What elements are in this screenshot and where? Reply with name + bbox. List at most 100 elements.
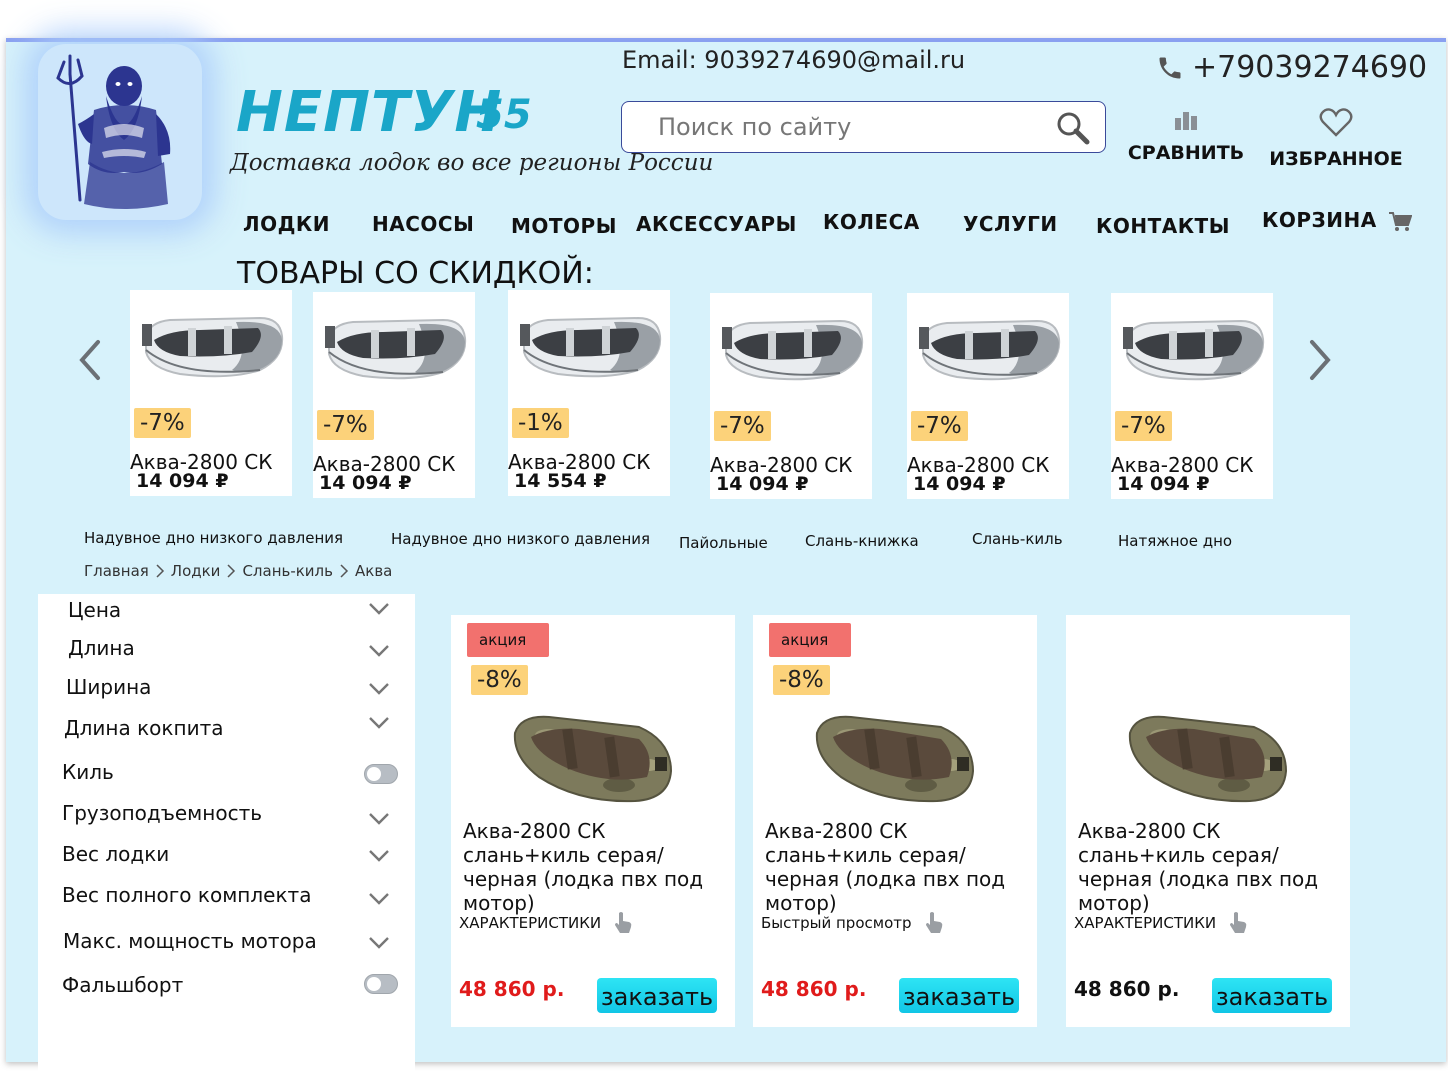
chevron-down-icon[interactable] — [368, 716, 390, 730]
product-card[interactable]: акция -8% Аква-2800 СК слань+киль серая/… — [451, 615, 735, 1027]
chevron-down-icon[interactable] — [368, 849, 390, 863]
order-button[interactable]: заказать — [899, 978, 1019, 1013]
compare-label: СРАВНИТЬ — [1127, 142, 1245, 164]
carousel-prev-icon[interactable] — [74, 336, 106, 384]
keel-toggle[interactable] — [364, 764, 398, 784]
filter-width-label[interactable]: Ширина — [66, 675, 151, 699]
product-title[interactable]: Аква-2800 СК слань+киль серая/черная (ло… — [765, 819, 1037, 915]
phone-icon — [1159, 57, 1181, 78]
sale-product-card[interactable]: -7% Аква-2800 СК 14 094 ₽ — [313, 292, 475, 498]
filter-weight-label[interactable]: Вес лодки — [62, 842, 169, 866]
filter-capacity-label[interactable]: Грузоподъемность — [62, 801, 262, 825]
product-card[interactable]: акция -8% Аква-2800 СК слань+киль серая/… — [753, 615, 1037, 1027]
filter-full-weight-label[interactable]: Вес полного комплекта — [62, 883, 311, 907]
sale-product-card[interactable]: -7% Аква-2800 СК 14 094 ₽ — [907, 293, 1069, 499]
sale-product-card[interactable]: -1% Аква-2800 СК 14 554 ₽ — [508, 290, 670, 496]
boat-image — [815, 715, 974, 803]
compare-button[interactable]: СРАВНИТЬ — [1124, 108, 1248, 164]
nav-cart[interactable]: КОРЗИНА — [1262, 208, 1413, 233]
discount-badge: -7% — [134, 408, 191, 438]
discount-badge: -8% — [471, 665, 528, 695]
nav-wheels[interactable]: КОЛЕСА — [823, 210, 920, 234]
carousel-next-icon[interactable] — [1304, 336, 1336, 384]
contact-phone[interactable]: +79039274690 — [1156, 50, 1427, 85]
product-price: 14 554 ₽ — [514, 470, 607, 492]
hand-pointer-icon — [615, 912, 632, 933]
nav-motors[interactable]: МОТОРЫ — [511, 214, 617, 238]
filter-keel-label: Киль — [62, 760, 114, 784]
main-nav: ЛОДКИ НАСОСЫ МОТОРЫ АКСЕССУАРЫ КОЛЕСА УС… — [0, 208, 1448, 248]
breadcrumb-home[interactable]: Главная — [84, 562, 149, 580]
filters-panel: Цена Длина Ширина Длина кокпита Киль Гру… — [38, 594, 415, 1074]
heart-icon — [1319, 108, 1353, 137]
product-title[interactable]: Аква-2800 СК слань+киль серая/черная (ло… — [463, 819, 735, 915]
nav-boats[interactable]: ЛОДКИ — [243, 212, 330, 236]
filter-price-label[interactable]: Цена — [68, 598, 121, 622]
chevron-down-icon[interactable] — [368, 812, 390, 826]
hand-pointer-icon — [925, 912, 942, 933]
category-link[interactable]: Надувное дно низкого давления — [84, 529, 343, 547]
order-button[interactable]: заказать — [1212, 978, 1332, 1013]
boat-image — [141, 317, 284, 378]
nav-contacts[interactable]: КОНТАКТЫ — [1096, 214, 1230, 238]
order-button[interactable]: заказать — [597, 978, 717, 1013]
category-link[interactable]: Натяжное дно — [1118, 532, 1232, 550]
breadcrumb: Главная Лодки Слань-киль Аква — [84, 562, 392, 580]
sale-product-card[interactable]: -7% Аква-2800 СК 14 094 ₽ — [1111, 293, 1273, 499]
favorites-button[interactable]: ИЗБРАННОЕ — [1266, 108, 1406, 170]
gunwale-toggle[interactable] — [364, 974, 398, 994]
chevron-right-icon — [340, 564, 349, 578]
sale-product-card[interactable]: -7% Аква-2800 СК 14 094 ₽ — [710, 293, 872, 499]
chevron-down-icon[interactable] — [368, 682, 390, 696]
search-icon[interactable] — [1055, 110, 1091, 146]
search-input[interactable] — [658, 108, 1038, 146]
promo-badge: акция — [467, 623, 549, 657]
tagline: Доставка лодок во все регионы России — [230, 150, 714, 176]
neptune-logo[interactable] — [38, 44, 202, 220]
brand-name[interactable]: НЕПТУН — [236, 80, 502, 145]
filter-motor-power-label[interactable]: Макс. мощность мотора — [63, 929, 317, 953]
product-price: 14 094 ₽ — [319, 472, 412, 494]
discount-badge: -7% — [911, 411, 968, 441]
category-link[interactable]: Слань-книжка — [805, 532, 919, 550]
filter-gunwale-label: Фальшборт — [62, 973, 184, 997]
category-link[interactable]: Надувное дно низкого давления — [391, 530, 650, 548]
filter-cockpit-label[interactable]: Длина кокпита — [64, 716, 223, 740]
boat-image — [918, 320, 1061, 381]
chevron-down-icon[interactable] — [368, 892, 390, 906]
boat-image — [1122, 320, 1265, 381]
product-card[interactable]: Аква-2800 СК слань+киль серая/черная (ло… — [1066, 615, 1350, 1027]
product-price: 48 860 р. — [459, 977, 565, 1001]
discount-badge: -7% — [714, 411, 771, 441]
promo-badge: акция — [769, 623, 851, 657]
product-price: 48 860 р. — [761, 977, 867, 1001]
nav-accessories[interactable]: АКСЕССУАРЫ — [636, 212, 797, 236]
nav-cart-label: КОРЗИНА — [1262, 208, 1377, 232]
specs-link[interactable]: ХАРАКТЕРИСТИКИ — [459, 911, 633, 935]
nav-services[interactable]: УСЛУГИ — [963, 212, 1058, 236]
chevron-down-icon[interactable] — [368, 644, 390, 658]
filter-length-label[interactable]: Длина — [68, 636, 135, 660]
product-title[interactable]: Аква-2800 СК слань+киль серая/черная (ло… — [1078, 819, 1350, 915]
product-price: 48 860 р. — [1074, 977, 1180, 1001]
category-link[interactable]: Пайольные — [679, 534, 768, 552]
breadcrumb-boats[interactable]: Лодки — [171, 562, 221, 580]
breadcrumb-keel[interactable]: Слань-киль — [242, 562, 333, 580]
sale-product-card[interactable]: -7% Аква-2800 СК 14 094 ₽ — [130, 290, 292, 496]
nav-pumps[interactable]: НАСОСЫ — [372, 212, 474, 236]
brand-number[interactable]: 55 — [476, 92, 532, 138]
site-search[interactable] — [621, 101, 1106, 153]
quick-view-link[interactable]: Быстрый просмотр — [761, 911, 944, 935]
compare-chart-icon — [1175, 112, 1197, 130]
boat-image — [324, 319, 467, 380]
category-link[interactable]: Слань-киль — [972, 530, 1063, 548]
boat-image — [519, 317, 662, 378]
chevron-down-icon[interactable] — [368, 602, 390, 616]
specs-link[interactable]: ХАРАКТЕРИСТИКИ — [1074, 911, 1248, 935]
contact-email[interactable]: Email: 9039274690@mail.ru — [622, 46, 965, 74]
chevron-down-icon[interactable] — [368, 936, 390, 950]
boat-image — [721, 320, 864, 381]
boat-image — [513, 715, 672, 803]
discount-badge: -7% — [317, 410, 374, 440]
specs-link-label: ХАРАКТЕРИСТИКИ — [459, 914, 602, 932]
